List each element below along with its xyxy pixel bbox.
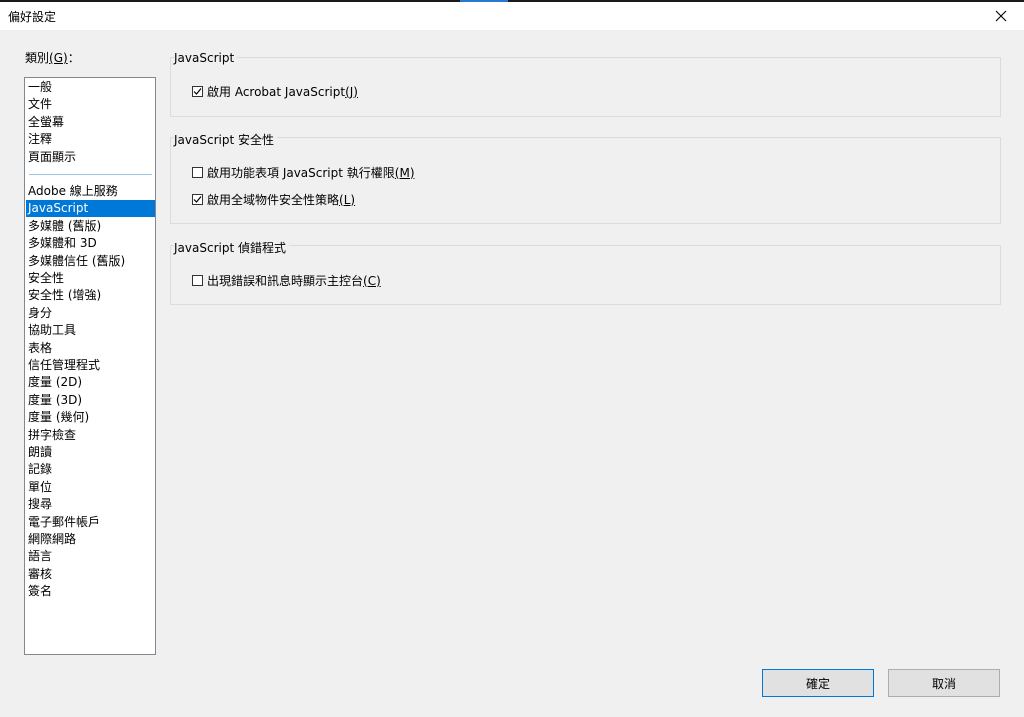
check-icon [193, 88, 202, 95]
checkbox-box [192, 86, 203, 97]
ok-button[interactable]: 確定 [762, 669, 874, 697]
category-item[interactable]: 信任管理程式 [26, 357, 155, 374]
category-item[interactable]: 表格 [26, 340, 155, 357]
category-item[interactable]: 安全性 [26, 270, 155, 287]
category-item[interactable]: 協助工具 [26, 322, 155, 339]
category-item[interactable]: 度量 (2D) [26, 374, 155, 391]
category-item[interactable]: 文件 [26, 96, 155, 113]
category-item[interactable]: 多媒體和 3D [26, 235, 155, 252]
category-item[interactable]: 記錄 [26, 461, 155, 478]
category-item[interactable]: 語言 [26, 548, 155, 565]
checkbox-box [192, 275, 203, 286]
check-icon [193, 196, 202, 203]
category-item[interactable]: 單位 [26, 479, 155, 496]
category-item[interactable]: 搜尋 [26, 496, 155, 513]
cancel-button[interactable]: 取消 [888, 669, 1000, 697]
category-item[interactable]: 注釋 [26, 131, 155, 148]
category-item[interactable]: 拼字檢查 [26, 427, 155, 444]
show-console-checkbox[interactable]: 出現錯誤和訊息時顯示主控台 (C) [192, 272, 381, 289]
enable-acrobat-javascript-checkbox[interactable]: 啟用 Acrobat JavaScript (J) [192, 83, 358, 100]
category-item[interactable]: 朗讀 [26, 444, 155, 461]
category-item[interactable]: 審核 [26, 566, 155, 583]
enable-global-object-security-checkbox[interactable]: 啟用全域物件安全性策略 (L) [192, 191, 355, 208]
category-item[interactable]: 度量 (3D) [26, 392, 155, 409]
category-list[interactable]: 一般 文件 全螢幕 注釋 頁面顯示 Adobe 線上服務 JavaScript 多媒體 (舊版… [24, 77, 156, 655]
category-item[interactable]: Adobe 線上服務 [26, 183, 155, 200]
category-item[interactable]: 一般 [26, 79, 155, 96]
category-item[interactable]: 多媒體信任 (舊版) [26, 253, 155, 270]
category-item[interactable]: 頁面顯示 [26, 149, 155, 166]
checkbox-box [192, 194, 203, 205]
javascript-debugger-group-title: JavaScript 偵錯程式 [174, 239, 289, 256]
javascript-security-group-title: JavaScript 安全性 [174, 131, 277, 148]
enable-menu-javascript-checkbox[interactable]: 啟用功能表項 JavaScript 執行權限 (M) [192, 164, 415, 181]
category-item[interactable]: 安全性 (增強) [26, 287, 155, 304]
checkbox-box [192, 167, 203, 178]
javascript-group-title: JavaScript [174, 51, 238, 65]
category-label: 類別(G)： [25, 51, 80, 65]
category-item[interactable]: 全螢幕 [26, 114, 155, 131]
category-item[interactable]: 電子郵件帳戶 [26, 514, 155, 531]
category-item[interactable]: 多媒體 (舊版) [26, 218, 155, 235]
close-icon [995, 10, 1007, 22]
category-item[interactable]: 網際網路 [26, 531, 155, 548]
category-item[interactable]: 身分 [26, 305, 155, 322]
close-button[interactable] [978, 2, 1024, 30]
list-separator [29, 174, 152, 175]
title-bar: 偏好設定 [0, 2, 1024, 30]
category-item[interactable]: 簽名 [26, 583, 155, 600]
category-item[interactable]: JavaScript [26, 200, 155, 218]
category-item[interactable]: 度量 (幾何) [26, 409, 155, 426]
window-title: 偏好設定 [8, 10, 57, 24]
